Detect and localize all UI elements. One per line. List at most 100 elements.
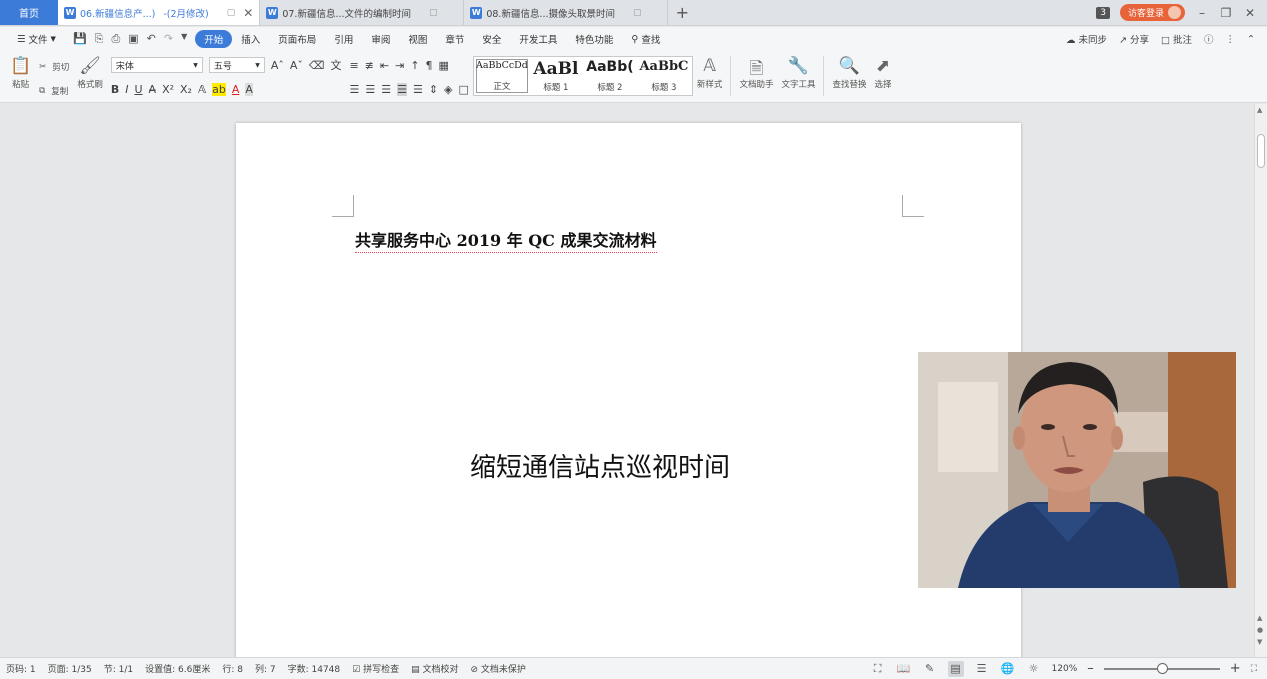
align-center-icon[interactable]: ☰ (365, 83, 375, 96)
format-painter-button[interactable]: 🖌 格式刷 (77, 56, 103, 90)
document-title[interactable]: 缩短通信站点巡视时间 (470, 447, 730, 484)
minimize-icon[interactable]: – (1195, 6, 1209, 20)
undo-icon[interactable]: ↶ (147, 32, 156, 46)
close-window-icon[interactable]: ✕ (1243, 6, 1257, 20)
home-tab[interactable]: 首页 (0, 0, 58, 25)
customize-icon[interactable]: ▼ (181, 32, 187, 46)
numbered-list-icon[interactable]: ≢ (365, 59, 374, 72)
tab-insert[interactable]: 插入 (232, 32, 269, 46)
collapse-ribbon-icon[interactable]: ⌃ (1247, 34, 1255, 45)
zoom-in-icon[interactable]: + (1230, 661, 1241, 676)
table-icon[interactable]: ▦ (439, 59, 449, 72)
fit-window-icon[interactable]: ⛶ (1251, 664, 1257, 674)
tab-home-ribbon[interactable]: 开始 (195, 30, 233, 48)
close-tab-icon[interactable]: ✕ (243, 6, 253, 20)
decrease-indent-icon[interactable]: ⇤ (380, 59, 389, 72)
copy-button[interactable]: ⧉ 复制 (39, 82, 69, 100)
style-heading-3[interactable]: AaBbC 标题 3 (638, 59, 690, 93)
tab-developer[interactable]: 开发工具 (510, 32, 566, 46)
tab-view[interactable]: 视图 (399, 32, 436, 46)
clear-format-icon[interactable]: ⌫ (309, 59, 325, 72)
window-count-badge[interactable]: 3 (1096, 6, 1110, 19)
tab-references[interactable]: 引用 (325, 32, 362, 46)
zoom-slider[interactable] (1103, 662, 1220, 674)
file-menu[interactable]: ☰ 文件 ▼ (8, 32, 65, 47)
line-spacing-icon[interactable]: ⇕ (429, 83, 438, 96)
guest-login-button[interactable]: 访客登录 (1119, 4, 1185, 21)
align-right-icon[interactable]: ☰ (381, 83, 391, 96)
zoom-slider-knob[interactable] (1156, 662, 1168, 674)
document-heading[interactable]: 共享服务中心 2019 年 QC 成果交流材料 (355, 227, 657, 253)
font-color-icon[interactable]: A (232, 83, 240, 96)
tab-review[interactable]: 审阅 (362, 32, 399, 46)
bullet-list-icon[interactable]: ≡ (349, 59, 358, 72)
tab-page-layout[interactable]: 页面布局 (269, 32, 325, 46)
read-mode-icon[interactable]: 📖 (896, 661, 912, 677)
underline-icon[interactable]: U (134, 83, 142, 96)
edit-pen-icon[interactable]: ✎ (922, 661, 938, 677)
document-tab-07[interactable]: W 07.新疆信息...文件的编制时间 ▢ (260, 0, 465, 25)
zoom-level[interactable]: 120% (1052, 664, 1078, 674)
pinyin-icon[interactable]: 文 (330, 57, 341, 73)
chinese-layout-icon[interactable]: ↑ (410, 59, 419, 72)
shading-icon[interactable]: ◈ (444, 83, 452, 96)
justify-icon[interactable]: ☰ (397, 82, 407, 96)
share-button[interactable]: ↗ 分享 (1119, 32, 1149, 46)
protection-button[interactable]: ⊘ 文档未保护 (470, 662, 525, 675)
text-tools-button[interactable]: 🔧 文字工具 (781, 56, 815, 90)
web-view-icon[interactable]: 🌐 (1000, 661, 1016, 677)
help-icon[interactable]: ⓘ (1204, 32, 1214, 46)
vertical-scrollbar[interactable]: ▲ ▲ ● ▼ (1254, 104, 1267, 657)
font-size-select[interactable]: 五号 ▼ (208, 57, 265, 73)
scroll-up-icon[interactable]: ▲ (1257, 106, 1262, 114)
increase-indent-icon[interactable]: ⇥ (395, 59, 404, 72)
redo-icon[interactable]: ↷ (164, 32, 173, 46)
export-icon[interactable]: ⎘ (95, 32, 104, 46)
style-heading-2[interactable]: AaBb( 标题 2 (584, 59, 636, 93)
sync-status[interactable]: ☁ 未同步 (1066, 32, 1107, 46)
find-replace-button[interactable]: 🔍 查找替换 (832, 56, 866, 90)
tab-section[interactable]: 章节 (436, 32, 473, 46)
restore-icon[interactable]: ❐ (1219, 6, 1233, 20)
grow-font-icon[interactable]: Aˆ (271, 59, 284, 72)
strikethrough-icon[interactable]: A̶ (149, 83, 157, 96)
document-tab-06[interactable]: W 06.新疆信息产...) -(2月修改) ▢ ✕ (58, 0, 261, 25)
align-left-icon[interactable]: ☰ (349, 83, 359, 96)
document-tab-08[interactable]: W 08.新疆信息...摄像头取景时间 ▢ (464, 0, 669, 25)
fullscreen-icon[interactable]: ⛶ (870, 661, 886, 677)
shrink-font-icon[interactable]: Aˇ (290, 59, 303, 72)
style-heading-1[interactable]: AaBl 标题 1 (530, 59, 582, 93)
zoom-out-icon[interactable]: – (1087, 661, 1094, 676)
tab-security[interactable]: 安全 (473, 32, 510, 46)
comment-button[interactable]: □ 批注 (1161, 32, 1192, 46)
page-view-icon[interactable]: ▤ (947, 660, 964, 677)
style-normal[interactable]: AaBbCcDd 正文 (475, 59, 528, 93)
subscript-icon[interactable]: X₂ (180, 83, 192, 96)
distributed-icon[interactable]: ☰ (413, 83, 423, 96)
status-page[interactable]: 页面: 1/35 (48, 662, 92, 675)
superscript-icon[interactable]: X² (162, 83, 174, 96)
search-command[interactable]: ⚲ 查找 (622, 32, 669, 47)
select-button[interactable]: ⬈ 选择 (874, 56, 891, 90)
cut-button[interactable]: ✂ 剪切 (39, 58, 69, 76)
document-page[interactable]: 共享服务中心 2019 年 QC 成果交流材料 缩短通信站点巡视时间 (236, 123, 1021, 657)
text-effect-icon[interactable]: 𝔸 (198, 83, 206, 96)
new-tab-button[interactable]: + (668, 0, 696, 25)
eye-protection-icon[interactable]: ☼ (1026, 661, 1042, 677)
show-marks-icon[interactable]: ¶ (426, 59, 433, 72)
borders-icon[interactable]: □ (459, 83, 469, 96)
page-up-icon[interactable]: ▲ (1257, 614, 1262, 622)
page-down-icon[interactable]: ▼ (1257, 638, 1262, 646)
browse-object-icon[interactable]: ● (1257, 626, 1263, 634)
font-name-select[interactable]: 宋体 ▼ (110, 57, 203, 73)
save-icon[interactable]: 💾 (73, 32, 87, 46)
italic-icon[interactable]: I (125, 83, 128, 96)
doc-assistant-button[interactable]: 🗎 文档助手 (739, 56, 773, 90)
tab-special-features[interactable]: 特色功能 (566, 32, 622, 46)
outline-view-icon[interactable]: ☰ (974, 661, 990, 677)
print-icon[interactable]: ⎙ (111, 32, 120, 46)
scrollbar-thumb[interactable] (1257, 134, 1265, 168)
char-shading-icon[interactable]: A (245, 82, 253, 96)
status-word-count[interactable]: 字数: 14748 (288, 662, 341, 675)
paste-button[interactable]: 📋 粘贴 (10, 56, 31, 90)
